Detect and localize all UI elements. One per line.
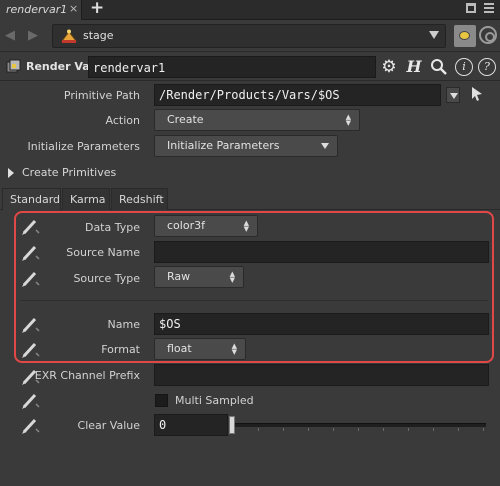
slider-tick — [483, 428, 484, 431]
search-icon[interactable] — [430, 58, 448, 76]
node-type-label: Render Var — [26, 60, 96, 73]
slider-tick — [333, 428, 334, 431]
slider-tick — [308, 428, 309, 431]
init-params-menu[interactable]: Initialize Parameters — [154, 135, 338, 157]
parameter-tabs: Standard Karma Redshift — [0, 187, 500, 210]
slider-tick — [283, 428, 284, 431]
help-h-icon[interactable]: H — [405, 58, 423, 76]
node-name-field[interactable]: rendervar1 — [88, 56, 376, 78]
tab-redshift[interactable]: Redshift — [111, 188, 168, 210]
primitive-path-label: Primitive Path — [63, 89, 140, 102]
pin-icon[interactable] — [454, 25, 476, 47]
init-params-value: Initialize Parameters — [167, 139, 280, 152]
init-params-label: Initialize Parameters — [27, 140, 141, 153]
slider-tick — [358, 428, 359, 431]
maximize-icon[interactable] — [466, 3, 476, 13]
action-label: Action — [105, 114, 140, 127]
clear-value-label: Clear Value — [77, 419, 140, 432]
stage-icon — [61, 29, 77, 43]
chevron-right-icon[interactable]: ▶ — [28, 28, 38, 43]
tab-title: rendervar1 — [6, 3, 68, 16]
tab-rendervar1[interactable]: rendervar1 × — [0, 0, 82, 20]
pen-icon[interactable] — [20, 417, 40, 435]
multi-sampled-checkbox[interactable] — [155, 394, 168, 407]
updown-arrow-icon: ▲ ▼ — [345, 113, 351, 127]
primitive-path-field[interactable]: /Render/Products/Vars/$OS — [154, 84, 441, 106]
chevron-down-icon[interactable] — [429, 31, 439, 39]
link-icon[interactable] — [479, 26, 497, 44]
slider-tick — [408, 428, 409, 431]
primitive-path-menu[interactable] — [446, 87, 460, 103]
info-icon[interactable]: i — [455, 58, 473, 76]
action-value: Create — [167, 113, 204, 126]
exr-prefix-label: EXR Channel Prefix — [34, 369, 140, 382]
pointer-icon[interactable] — [470, 86, 484, 102]
render-var-node-icon — [6, 59, 21, 73]
network-path-field[interactable]: stage — [52, 24, 446, 48]
path-bar: ◀ ▶ stage — [0, 20, 500, 52]
clear-value-slider[interactable] — [232, 423, 486, 427]
highlight-annotation — [14, 211, 494, 363]
slider-tick — [383, 428, 384, 431]
chevron-right-icon — [8, 168, 14, 178]
slider-tick — [458, 428, 459, 431]
chevron-left-icon[interactable]: ◀ — [5, 28, 15, 43]
node-header: Render Var rendervar1 ⚙ H i ? — [0, 53, 500, 81]
multi-sampled-label: Multi Sampled — [175, 394, 254, 407]
help-icon[interactable]: ? — [478, 58, 496, 76]
gear-icon[interactable]: ⚙ — [380, 58, 398, 76]
tab-strip: rendervar1 × + — [0, 0, 500, 20]
chevron-down-icon — [321, 143, 329, 149]
tab-karma[interactable]: Karma — [62, 188, 110, 210]
path-text: stage — [83, 29, 114, 42]
create-primitives-folder[interactable]: Create Primitives — [0, 163, 500, 183]
action-menu[interactable]: Create ▲ ▼ — [154, 109, 360, 131]
create-primitives-label: Create Primitives — [22, 166, 117, 179]
clear-value-slider-handle[interactable] — [229, 416, 235, 434]
add-tab-icon[interactable]: + — [90, 0, 104, 18]
close-icon[interactable]: × — [69, 2, 78, 15]
tab-standard[interactable]: Standard — [2, 188, 61, 210]
slider-tick — [433, 428, 434, 431]
pen-icon[interactable] — [20, 392, 40, 410]
menu-icon[interactable] — [484, 3, 494, 13]
exr-prefix-field[interactable] — [154, 364, 489, 386]
clear-value-field[interactable]: 0 — [154, 414, 228, 436]
slider-tick — [258, 428, 259, 431]
